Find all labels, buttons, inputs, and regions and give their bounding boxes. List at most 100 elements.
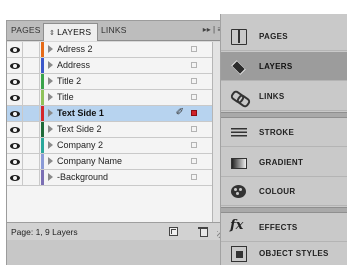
layers-icon	[231, 59, 247, 75]
expand-triangle-icon[interactable]	[48, 93, 53, 101]
lock-toggle[interactable]	[24, 122, 40, 137]
colour-icon	[231, 184, 247, 200]
visibility-toggle[interactable]	[7, 42, 23, 57]
expand-triangle-icon[interactable]	[48, 45, 53, 53]
layer-row[interactable]: Company Name	[7, 154, 212, 170]
dock-item-colour[interactable]: COLOUR	[221, 177, 347, 206]
eye-icon	[9, 158, 20, 165]
layer-name: Company 2	[57, 140, 104, 150]
tab-links-label: LINKS	[101, 25, 127, 35]
tab-sort-arrows-icon: ⇕	[49, 30, 56, 37]
tab-layers[interactable]: ⇕ LAYERS	[43, 23, 99, 41]
trash-icon[interactable]	[198, 226, 208, 238]
visibility-toggle[interactable]	[7, 122, 23, 137]
panel-tab-bar: PAGES ⇕ LAYERS LINKS ▸▸ | ≡	[7, 21, 226, 41]
pages-icon	[231, 29, 247, 45]
visibility-toggle[interactable]	[7, 170, 23, 185]
layer-color-swatch	[41, 138, 44, 153]
lock-toggle[interactable]	[24, 42, 40, 57]
layer-row[interactable]: -Background	[7, 170, 212, 186]
layer-name: Title 2	[57, 76, 82, 86]
layer-target-square[interactable]	[191, 94, 197, 100]
layer-row[interactable]: Text Side 2	[7, 122, 212, 138]
lock-toggle[interactable]	[24, 74, 40, 89]
eye-icon	[9, 94, 20, 101]
layer-row[interactable]: Title 2	[7, 74, 212, 90]
layer-target-square[interactable]	[191, 110, 197, 116]
lock-toggle[interactable]	[24, 154, 40, 169]
layer-target-square[interactable]	[191, 174, 197, 180]
expand-triangle-icon[interactable]	[48, 61, 53, 69]
expand-triangle-icon[interactable]	[48, 125, 53, 133]
layer-target-square[interactable]	[191, 62, 197, 68]
eye-icon	[9, 62, 20, 69]
visibility-toggle[interactable]	[7, 74, 23, 89]
expand-triangle-icon[interactable]	[48, 157, 53, 165]
layer-row[interactable]: Adress 2	[7, 42, 212, 58]
layer-name: -Background	[57, 172, 109, 182]
visibility-toggle[interactable]	[7, 58, 23, 73]
lock-toggle[interactable]	[24, 90, 40, 105]
lock-toggle[interactable]	[24, 106, 40, 121]
lock-toggle[interactable]	[24, 138, 40, 153]
dock-item-object-styles[interactable]: OBJECT STYLES	[221, 239, 347, 265]
links-icon	[231, 89, 247, 105]
dock-item-label: GRADIENT	[259, 158, 304, 167]
dock-item-pages[interactable]: PAGES	[221, 22, 347, 51]
visibility-toggle[interactable]	[7, 138, 23, 153]
layer-target-square[interactable]	[191, 126, 197, 132]
layer-name: Adress 2	[57, 44, 93, 54]
layer-color-swatch	[41, 58, 44, 73]
dock-item-layers[interactable]: LAYERS	[221, 52, 347, 81]
layer-name: Company Name	[57, 156, 123, 166]
layer-count-status: Page: 1, 9 Layers	[11, 227, 78, 237]
layer-row-selected[interactable]: Text Side 1 ✐	[7, 106, 212, 122]
pen-icon: ✐	[175, 107, 184, 118]
dock-item-label: PAGES	[259, 32, 288, 41]
tab-pages-label: PAGES	[11, 25, 41, 35]
panel-footer: Page: 1, 9 Layers	[7, 222, 226, 240]
panel-dock: PAGES LAYERS LINKS STROKE GRADIENT COLOU…	[220, 14, 347, 265]
layer-name: Text Side 2	[57, 124, 102, 134]
tab-links[interactable]: LINKS	[101, 25, 127, 41]
visibility-toggle[interactable]	[7, 154, 23, 169]
dock-item-label: LINKS	[259, 92, 285, 101]
dock-item-label: OBJECT STYLES	[259, 249, 329, 258]
layer-row[interactable]: Title	[7, 90, 212, 106]
eye-icon	[9, 174, 20, 181]
layer-target-square[interactable]	[191, 78, 197, 84]
eye-icon	[9, 126, 20, 133]
panel-background	[7, 240, 226, 265]
expand-triangle-icon[interactable]	[48, 141, 53, 149]
layer-color-swatch	[41, 106, 44, 121]
new-layer-button[interactable]	[169, 227, 178, 236]
dock-item-gradient[interactable]: GRADIENT	[221, 148, 347, 177]
lock-toggle[interactable]	[24, 58, 40, 73]
layers-panel: PAGES ⇕ LAYERS LINKS ▸▸ | ≡ Adress 2 Addr…	[6, 20, 227, 265]
object-styles-icon	[231, 246, 247, 262]
dock-item-stroke[interactable]: STROKE	[221, 118, 347, 147]
eye-icon	[9, 46, 20, 53]
layer-color-swatch	[41, 122, 44, 137]
lock-toggle[interactable]	[24, 170, 40, 185]
dock-item-effects[interactable]: fx EFFECTS	[221, 213, 347, 242]
layer-target-square[interactable]	[191, 158, 197, 164]
dock-item-links[interactable]: LINKS	[221, 82, 347, 111]
effects-icon: fx	[230, 218, 244, 233]
layer-row[interactable]: Address	[7, 58, 212, 74]
layer-target-square[interactable]	[191, 46, 197, 52]
eye-icon	[9, 78, 20, 85]
layer-color-swatch	[41, 42, 44, 57]
tab-pages[interactable]: PAGES	[11, 25, 41, 41]
visibility-toggle[interactable]	[7, 106, 23, 121]
visibility-toggle[interactable]	[7, 90, 23, 105]
expand-triangle-icon[interactable]	[48, 109, 53, 117]
stroke-icon	[231, 125, 247, 141]
eye-icon	[9, 110, 20, 117]
layer-row[interactable]: Company 2	[7, 138, 212, 154]
expand-triangle-icon[interactable]	[48, 77, 53, 85]
layer-target-square[interactable]	[191, 142, 197, 148]
layer-list: Adress 2 Address Title 2 Title Text Side…	[7, 42, 212, 222]
tab-layers-label: LAYERS	[57, 27, 92, 37]
expand-triangle-icon[interactable]	[48, 173, 53, 181]
